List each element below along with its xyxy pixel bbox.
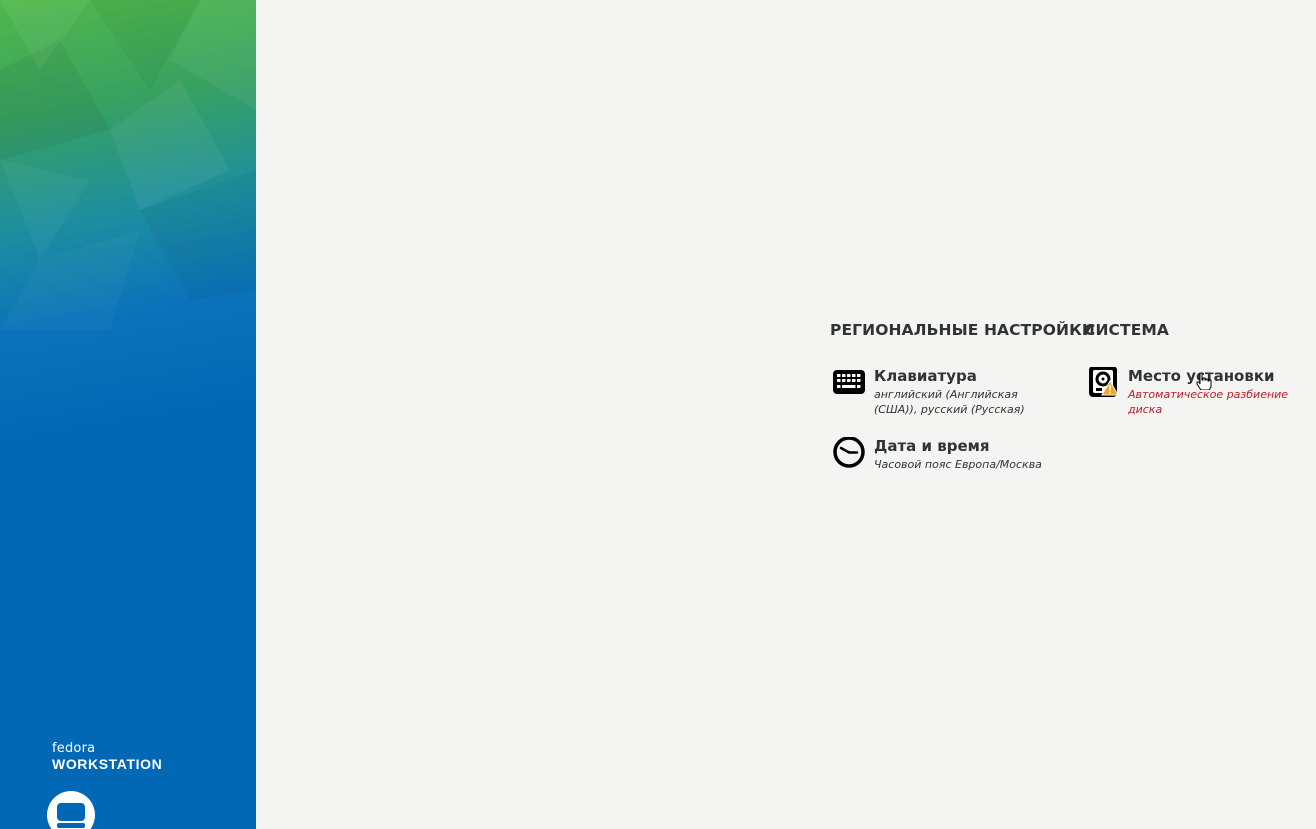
- system-section-title: СИСТЕМА: [1084, 321, 1170, 339]
- installation-destination-spoke-status: Автоматическое разбиение диска: [1128, 388, 1289, 416]
- brand-distro: fedora: [52, 741, 96, 756]
- harddisk-warning-icon: [1089, 367, 1119, 397]
- localization-section-title: РЕГИОНАЛЬНЫЕ НАСТРОЙКИ: [830, 321, 1095, 339]
- hand-pointer-cursor-icon: [1196, 372, 1212, 390]
- keyboard-spoke[interactable]: Клавиатура английский (Английская (США))…: [830, 367, 1060, 419]
- keyboard-spoke-title: Клавиатура: [874, 367, 977, 385]
- keyboard-icon: [833, 370, 865, 394]
- sidebar-background-pattern: [0, 0, 256, 300]
- brand-edition: WORKSTATION: [52, 756, 163, 772]
- sidebar: fedora WORKSTATION: [0, 0, 256, 829]
- fedora-workstation-logo: fedora WORKSTATION: [52, 741, 163, 773]
- datetime-spoke[interactable]: Дата и время Часовой пояс Европа/Москва: [830, 437, 1060, 477]
- datetime-spoke-title: Дата и время: [874, 437, 990, 455]
- datetime-spoke-status: Часовой пояс Европа/Москва: [874, 458, 1042, 471]
- keyboard-spoke-status: английский (Английская (США)), русский (…: [874, 388, 1025, 416]
- clock-icon: [833, 437, 865, 468]
- installation-destination-spoke[interactable]: Место установки Автоматическое разбиение…: [1084, 367, 1299, 419]
